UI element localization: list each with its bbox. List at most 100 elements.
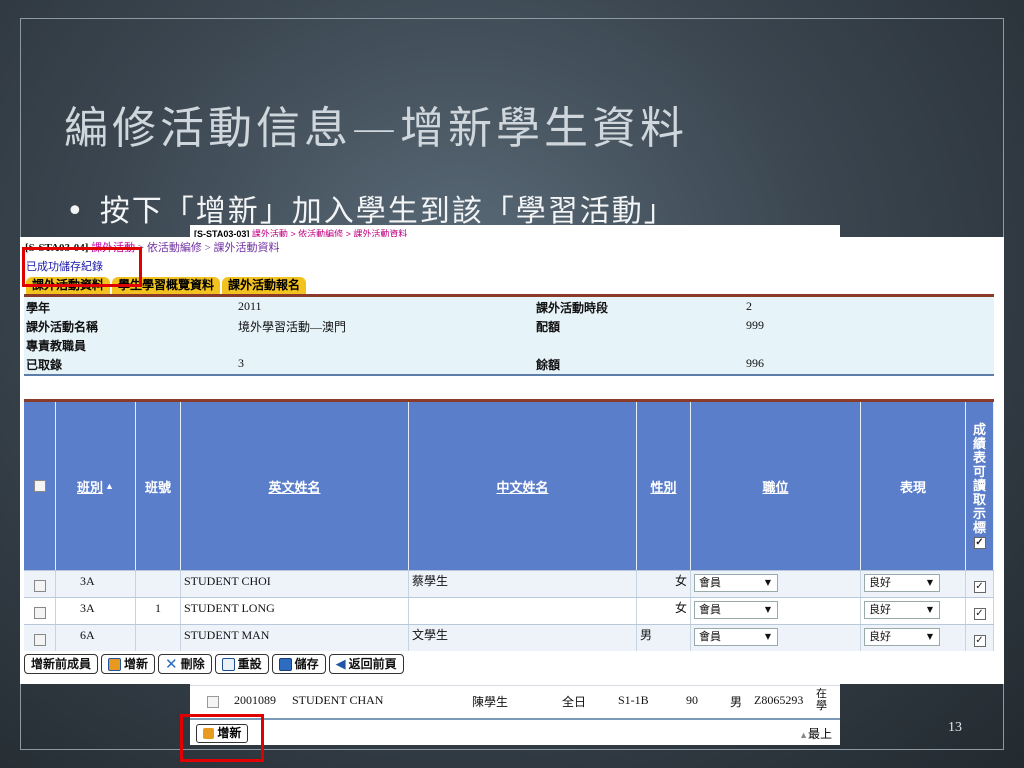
header-chi-name[interactable]: 中文姓名 — [409, 402, 637, 570]
row-post-cell: 會員 ▼ — [691, 571, 861, 597]
remain-value: 996 — [746, 356, 764, 370]
report-checkbox[interactable]: ✓ — [973, 635, 986, 647]
chevron-down-icon: ▼ — [764, 632, 771, 641]
header-eng-name[interactable]: 英文姓名 — [181, 402, 409, 570]
post-select-value: 會員 — [699, 576, 721, 589]
reset-button[interactable]: 重設 — [214, 654, 269, 674]
back-arrow-icon: ◀ — [335, 656, 346, 672]
back-to-top-link[interactable]: ▲最上 — [799, 725, 832, 742]
chevron-down-icon: ▼ — [926, 605, 933, 614]
back-row-status: 在學 — [816, 688, 827, 712]
row-post-cell: 會員 ▼ — [691, 625, 861, 651]
select-all-checkbox[interactable] — [33, 480, 46, 492]
enrolled-value: 3 — [238, 356, 244, 370]
up-arrow-icon: ▲ — [799, 730, 808, 740]
save-button[interactable]: 儲存 — [271, 654, 326, 674]
header-class-no: 班號 — [136, 402, 181, 570]
performance-select-value: 良好 — [869, 630, 891, 643]
row-chi-name — [409, 598, 637, 624]
save-disk-icon — [278, 657, 292, 671]
table-row: 3A 1 STUDENT LONG 女 會員 ▼ 良好 ▼ ✓ — [24, 597, 994, 624]
report-all-checkbox[interactable]: ✓ — [973, 537, 986, 549]
post-select[interactable]: 會員 ▼ — [694, 628, 778, 646]
slide-bullet: • 按下「增新」加入學生到該「學習活動」 — [66, 186, 676, 230]
add-button-label: 增新 — [124, 656, 149, 671]
row-checkbox[interactable] — [33, 607, 46, 620]
reset-button-label: 重設 — [237, 656, 262, 671]
back-row-id: 2001089 — [234, 693, 276, 707]
row-eng-name: STUDENT MAN — [181, 625, 409, 651]
header-report-flag: 成績表可讀取示標 ✓ — [966, 402, 994, 570]
back-row-class: S1-1B — [618, 693, 649, 707]
header-class[interactable]: 班別 ▲ — [56, 402, 136, 570]
performance-select-value: 良好 — [869, 576, 891, 589]
report-checkbox[interactable]: ✓ — [973, 581, 986, 593]
breadcrumb-rest[interactable]: > 依活動編修 > 課外活動資料 — [135, 242, 280, 254]
row-class-no — [136, 625, 181, 651]
delete-button[interactable]: ✕ 刪除 — [158, 654, 212, 674]
header-eng-label: 英文姓名 — [268, 479, 321, 495]
table-row: 6A STUDENT MAN 文學生 男 會員 ▼ 良好 ▼ ✓ — [24, 624, 994, 651]
tab-activity-enrol[interactable]: 課外活動報名 — [222, 277, 307, 294]
row-class: 3A — [56, 571, 136, 597]
table-row: 3A STUDENT CHOI 蔡學生 女 會員 ▼ 良好 ▼ ✓ — [24, 570, 994, 597]
back-button[interactable]: ◀ 返回前頁 — [328, 654, 404, 674]
row-cell-select — [24, 625, 56, 651]
back-row-mode: 全日 — [562, 695, 587, 709]
post-select-value: 會員 — [699, 603, 721, 616]
row-sex: 男 — [637, 625, 691, 651]
row-perf-cell: 良好 ▼ — [861, 571, 966, 597]
activity-name-value: 境外學習活動—澳門 — [238, 320, 347, 334]
action-toolbar: 增新前成員 增新 ✕ 刪除 重設 儲存 ◀ 返回前頁 — [24, 654, 404, 674]
header-performance: 表現 — [861, 402, 966, 570]
row-perf-cell: 良好 ▼ — [861, 598, 966, 624]
main-screenshot: [S-STA03-04] 課外活動 > 依活動編修 > 課外活動資料 已成功儲存… — [20, 237, 1004, 684]
post-select[interactable]: 會員 ▼ — [694, 601, 778, 619]
header-select-all — [24, 402, 56, 570]
row-class-no — [136, 571, 181, 597]
bullet-dot: • — [66, 194, 86, 229]
report-checkbox[interactable]: ✓ — [973, 608, 986, 620]
add-previous-members-button[interactable]: 增新前成員 — [24, 654, 99, 674]
add-button[interactable]: 增新 — [101, 654, 156, 674]
post-select[interactable]: 會員 ▼ — [694, 574, 778, 592]
remain-label: 餘額 — [536, 358, 561, 372]
performance-select[interactable]: 良好 ▼ — [864, 628, 940, 646]
add-record-icon — [108, 657, 122, 671]
back-table-row: 2001089 STUDENT CHAN 陳學生 全日 S1-1B 90 男 Z… — [190, 685, 840, 715]
header-post[interactable]: 職位 — [691, 402, 861, 570]
row-chi-name: 蔡學生 — [409, 571, 637, 597]
delete-x-icon: ✕ — [165, 654, 178, 673]
header-sex[interactable]: 性別 — [637, 402, 691, 570]
row-cell-select — [24, 598, 56, 624]
header-sex-label: 性別 — [650, 479, 677, 495]
row-report-cell: ✓ — [966, 598, 994, 624]
quota-value: 999 — [746, 318, 764, 332]
back-row-checkbox[interactable] — [207, 696, 219, 708]
student-table: 班別 ▲ 班號 英文姓名 中文姓名 性別 職位 表現 成績表可讀取示標 ✓ 3A S… — [24, 399, 994, 651]
row-post-cell: 會員 ▼ — [691, 598, 861, 624]
row-checkbox[interactable] — [33, 634, 46, 647]
back-row-num: 90 — [686, 693, 698, 707]
bullet-text: 按下「增新」加入學生到該「學習活動」 — [99, 194, 676, 229]
save-button-label: 儲存 — [294, 656, 319, 671]
performance-select[interactable]: 良好 ▼ — [864, 601, 940, 619]
row-eng-name: STUDENT LONG — [181, 598, 409, 624]
header-report-label: 成績表可讀取示標 — [972, 422, 986, 535]
slide-title: 編修活動信息—增新學生資料 — [64, 103, 688, 154]
chevron-down-icon: ▼ — [764, 605, 771, 614]
post-select-value: 會員 — [699, 630, 721, 643]
highlight-box-saved — [22, 247, 142, 287]
chevron-down-icon: ▼ — [764, 578, 771, 587]
row-report-cell: ✓ — [966, 625, 994, 651]
performance-select[interactable]: 良好 ▼ — [864, 574, 940, 592]
enrolled-label: 已取錄 — [26, 358, 63, 372]
row-perf-cell: 良好 ▼ — [861, 625, 966, 651]
sort-asc-icon: ▲ — [105, 481, 114, 491]
reset-icon — [221, 657, 235, 671]
row-eng-name: STUDENT CHOI — [181, 571, 409, 597]
row-checkbox[interactable] — [33, 580, 46, 593]
back-row-eng: STUDENT CHAN — [292, 693, 384, 707]
row-sex: 女 — [637, 598, 691, 624]
row-class: 3A — [56, 598, 136, 624]
